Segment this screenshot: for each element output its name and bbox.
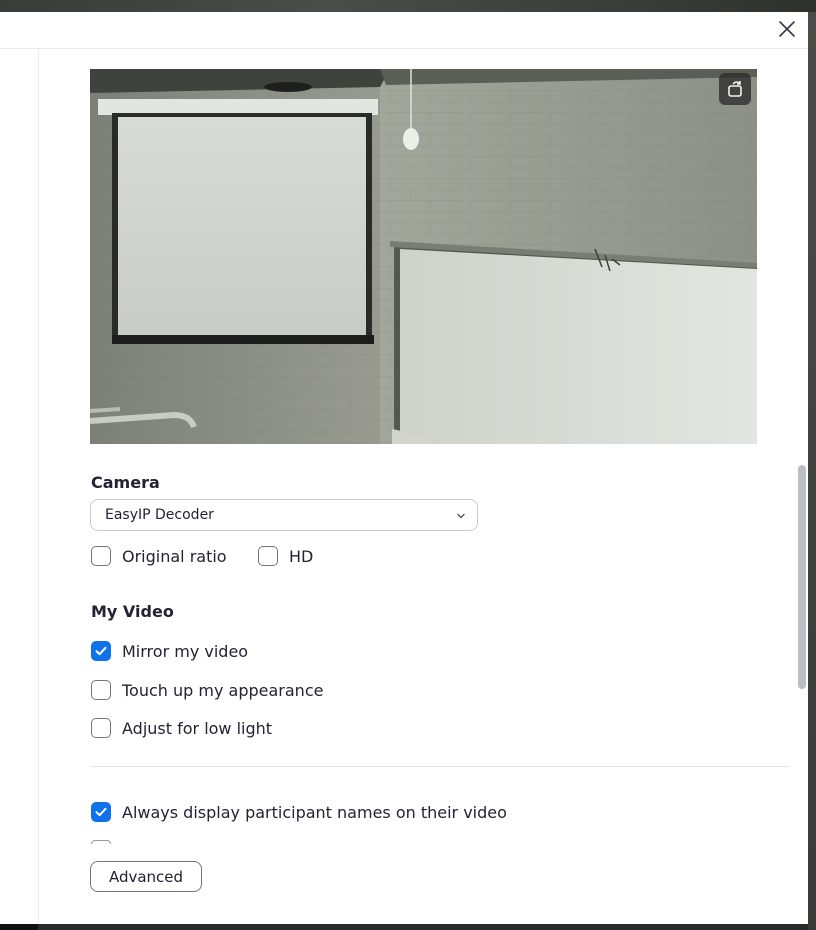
display-names-option: Always display participant names on thei… <box>91 800 507 824</box>
section-divider <box>90 766 790 767</box>
partially-hidden-checkbox[interactable] <box>91 840 111 844</box>
mirror-video-option: Mirror my video <box>91 639 248 663</box>
hd-checkbox[interactable] <box>258 546 278 566</box>
touch-up-option: Touch up my appearance <box>91 678 323 702</box>
camera-select[interactable]: EasyIP Decoder <box>90 499 478 531</box>
scrollbar-thumb[interactable] <box>798 465 806 689</box>
checkmark-icon <box>95 807 107 817</box>
sidebar-divider <box>38 48 39 924</box>
touch-up-label: Touch up my appearance <box>122 680 324 700</box>
camera-preview-image <box>90 69 757 444</box>
hd-option: HD <box>258 544 313 568</box>
background-top <box>0 0 816 12</box>
mirror-video-label: Mirror my video <box>122 641 249 661</box>
camera-section-title: Camera <box>91 473 160 492</box>
original-ratio-option: Original ratio <box>91 544 227 568</box>
rotate-camera-icon <box>728 81 742 97</box>
close-icon <box>779 21 795 37</box>
display-names-checkbox[interactable] <box>91 802 111 822</box>
my-video-section-title: My Video <box>91 602 174 621</box>
display-names-label: Always display participant names on thei… <box>122 802 507 822</box>
touch-up-checkbox[interactable] <box>91 680 111 700</box>
low-light-checkbox[interactable] <box>91 718 111 738</box>
original-ratio-label: Original ratio <box>122 546 227 566</box>
close-button[interactable] <box>776 18 798 40</box>
advanced-button[interactable]: Advanced <box>90 861 202 892</box>
camera-select-value: EasyIP Decoder <box>105 507 214 523</box>
low-light-label: Adjust for low light <box>122 718 273 738</box>
dialog-title-bar <box>0 12 808 49</box>
hd-label: HD <box>289 546 314 566</box>
original-ratio-checkbox[interactable] <box>91 546 111 566</box>
camera-preview <box>90 69 757 444</box>
mirror-video-checkbox[interactable] <box>91 641 111 661</box>
background-right <box>808 12 816 930</box>
video-settings-dialog: Camera EasyIP Decoder Original ratio HD … <box>0 12 808 924</box>
checkmark-icon <box>95 646 107 656</box>
rotate-camera-button[interactable] <box>719 73 751 105</box>
low-light-option: Adjust for low light <box>91 716 272 740</box>
chevron-down-icon <box>457 513 465 519</box>
